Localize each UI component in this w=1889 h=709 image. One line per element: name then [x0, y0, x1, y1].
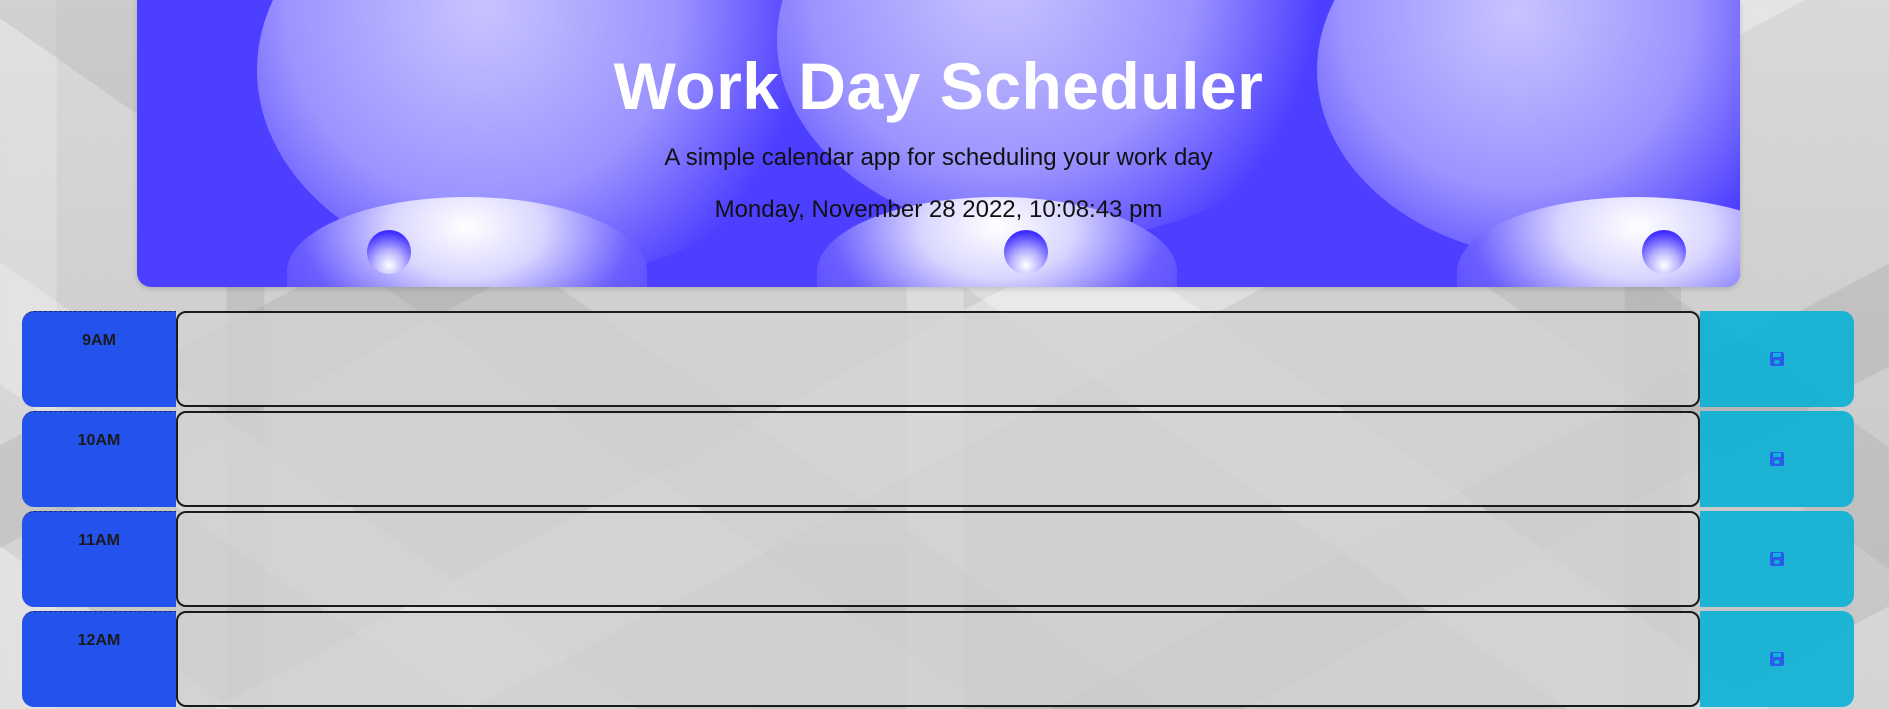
save-icon: [1770, 352, 1784, 366]
time-block-row: 10AM: [22, 411, 1854, 507]
time-block-list: 9AM 10AM 11AM 12AM: [22, 311, 1854, 709]
decorative-bubble: [1642, 230, 1686, 274]
header-content: Work Day Scheduler A simple calendar app…: [137, 0, 1740, 224]
decorative-bubble: [367, 230, 411, 274]
page-subtitle: A simple calendar app for scheduling you…: [664, 144, 1213, 171]
hour-label: 11AM: [22, 511, 176, 607]
time-block-row: 11AM: [22, 511, 1854, 607]
save-button[interactable]: [1700, 311, 1854, 407]
save-button[interactable]: [1700, 611, 1854, 707]
event-description-input[interactable]: [176, 311, 1700, 407]
time-block-row: 9AM: [22, 311, 1854, 407]
save-icon: [1770, 452, 1784, 466]
hour-label: 9AM: [22, 311, 176, 407]
hour-label: 10AM: [22, 411, 176, 507]
decorative-bubble: [1004, 230, 1048, 274]
page-title: Work Day Scheduler: [613, 49, 1264, 123]
event-description-input[interactable]: [176, 511, 1700, 607]
time-block-row: 12AM: [22, 611, 1854, 707]
hour-label: 12AM: [22, 611, 176, 707]
save-button[interactable]: [1700, 511, 1854, 607]
save-icon: [1770, 652, 1784, 666]
save-icon: [1770, 552, 1784, 566]
header-jumbotron: Work Day Scheduler A simple calendar app…: [137, 0, 1740, 287]
current-date-time: Monday, November 28 2022, 10:08:43 pm: [714, 196, 1163, 223]
save-button[interactable]: [1700, 411, 1854, 507]
event-description-input[interactable]: [176, 411, 1700, 507]
event-description-input[interactable]: [176, 611, 1700, 707]
page: { "header": { "title": "Work Day Schedul…: [0, 0, 1889, 709]
